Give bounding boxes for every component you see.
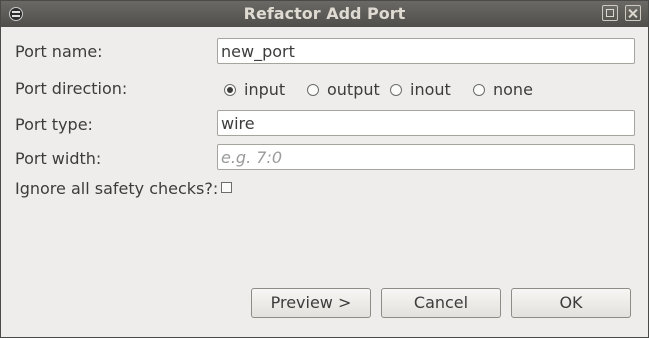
ignore-checks-checkbox[interactable] xyxy=(221,182,232,193)
direction-none-radio[interactable]: none xyxy=(473,80,533,99)
radio-label: input xyxy=(244,80,286,99)
port-width-label: Port width: xyxy=(15,149,102,168)
refactor-dialog: Refactor Add Port Port name: Port direct… xyxy=(0,0,649,338)
ok-button[interactable]: OK xyxy=(511,288,631,318)
radio-label: none xyxy=(493,80,533,99)
port-name-label: Port name: xyxy=(15,42,103,61)
radio-unchecked-icon xyxy=(307,83,319,96)
maximize-icon[interactable] xyxy=(602,5,618,21)
preview-button[interactable]: Preview > xyxy=(251,288,371,318)
radio-label: inout xyxy=(410,80,451,99)
cancel-button[interactable]: Cancel xyxy=(381,288,501,318)
radio-checked-icon xyxy=(224,83,236,96)
port-width-input[interactable] xyxy=(217,144,635,170)
window-title: Refactor Add Port xyxy=(243,4,406,23)
close-icon[interactable] xyxy=(625,5,641,21)
direction-output-radio[interactable]: output xyxy=(307,80,380,99)
port-name-input[interactable] xyxy=(217,38,635,64)
radio-label: output xyxy=(327,80,380,99)
port-direction-label: Port direction: xyxy=(15,79,128,98)
direction-inout-radio[interactable]: inout xyxy=(390,80,451,99)
ignore-checks-label: Ignore all safety checks?: xyxy=(15,179,219,198)
radio-unchecked-icon xyxy=(390,83,402,96)
window-menu-icon[interactable] xyxy=(9,7,23,21)
port-type-input[interactable] xyxy=(217,110,635,136)
port-type-label: Port type: xyxy=(15,115,93,134)
radio-unchecked-icon xyxy=(473,83,485,96)
direction-input-radio[interactable]: input xyxy=(224,80,285,99)
title-bar: Refactor Add Port xyxy=(1,1,648,27)
